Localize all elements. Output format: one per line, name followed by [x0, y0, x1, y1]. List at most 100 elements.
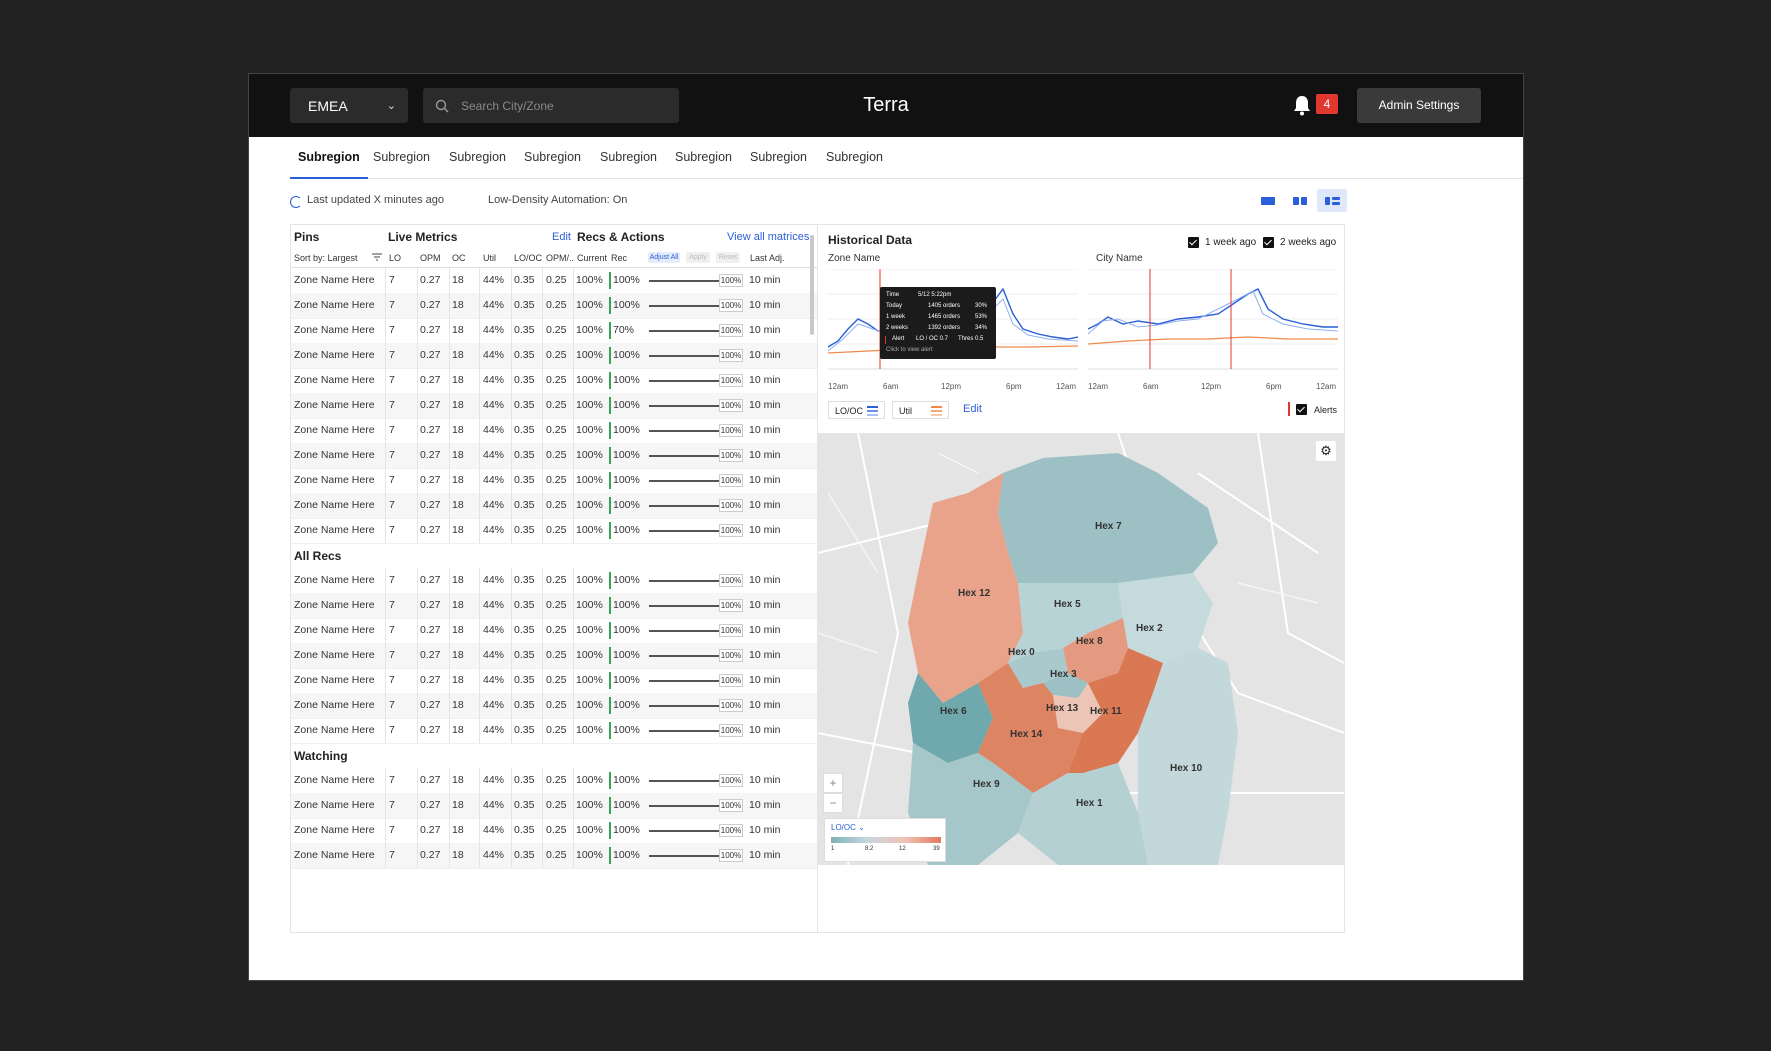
reset-button[interactable]: Reset	[716, 252, 740, 263]
col-lo[interactable]: LO	[389, 253, 401, 263]
alerts-checkbox[interactable]	[1296, 404, 1307, 415]
col-opm[interactable]: OPM	[420, 253, 441, 263]
gear-icon[interactable]: ⚙	[1316, 441, 1336, 461]
col-opm2[interactable]: OPM/..	[546, 253, 574, 263]
adjust-slider[interactable]	[649, 830, 719, 832]
tab-subregion-1[interactable]: Subregion	[290, 137, 368, 179]
adjust-value-input[interactable]: 100%	[719, 624, 743, 637]
legend-looc-toggle[interactable]: LO/OC	[828, 401, 885, 419]
zoom-in-button[interactable]: +	[823, 773, 843, 793]
zoom-out-button[interactable]: −	[823, 793, 843, 813]
adjust-slider[interactable]	[649, 580, 719, 582]
adjust-slider[interactable]	[649, 355, 719, 357]
col-looc[interactable]: LO/OC	[514, 253, 542, 263]
adjust-value-input[interactable]: 100%	[719, 324, 743, 337]
checkbox-1-week[interactable]	[1188, 237, 1199, 248]
adjust-value-input[interactable]: 100%	[719, 449, 743, 462]
adjust-slider[interactable]	[649, 780, 719, 782]
adjust-slider[interactable]	[649, 805, 719, 807]
adjust-slider[interactable]	[649, 655, 719, 657]
table-row[interactable]: Zone Name Here 7 0.27 18 44% 0.35 0.25 100% 100%…	[291, 718, 817, 744]
adjust-value-input[interactable]: 100%	[719, 274, 743, 287]
table-row[interactable]: Zone Name Here 7 0.27 18 44% 0.35 0.25 100% 100%…	[291, 368, 817, 394]
col-rec[interactable]: Rec	[611, 253, 627, 263]
adjust-slider[interactable]	[649, 455, 719, 457]
adjust-slider[interactable]	[649, 480, 719, 482]
adjust-value-input[interactable]: 100%	[719, 499, 743, 512]
table-row[interactable]: Zone Name Here 7 0.27 18 44% 0.35 0.25 100% 100%…	[291, 418, 817, 444]
filter-icon[interactable]	[372, 252, 382, 262]
table-row[interactable]: Zone Name Here 7 0.27 18 44% 0.35 0.25 100% 100%…	[291, 568, 817, 594]
adjust-slider[interactable]	[649, 630, 719, 632]
legend-metric-select[interactable]: LO/OC ⌄	[831, 823, 865, 832]
view-all-matrices-link[interactable]: View all matrices	[727, 225, 809, 249]
legend-util-toggle[interactable]: Util	[892, 401, 949, 419]
adjust-value-input[interactable]: 100%	[719, 374, 743, 387]
adjust-value-input[interactable]: 100%	[719, 424, 743, 437]
chart-tooltip[interactable]: Time 5/12 5:22pm Today 1405 orders 30% 1…	[880, 287, 996, 359]
tab-subregion-3[interactable]: Subregion	[441, 137, 514, 177]
col-util[interactable]: Util	[483, 253, 496, 263]
tab-subregion-5[interactable]: Subregion	[592, 137, 665, 177]
adjust-value-input[interactable]: 100%	[719, 699, 743, 712]
adjust-value-input[interactable]: 100%	[719, 599, 743, 612]
adjust-value-input[interactable]: 100%	[719, 824, 743, 837]
adjust-slider[interactable]	[649, 505, 719, 507]
adjust-value-input[interactable]: 100%	[719, 299, 743, 312]
layout-map-button[interactable]	[1317, 189, 1347, 212]
table-scrollbar[interactable]	[810, 235, 814, 335]
edit-metrics-link[interactable]: Edit	[552, 225, 571, 249]
adjust-slider[interactable]	[649, 430, 719, 432]
tab-subregion-7[interactable]: Subregion	[742, 137, 815, 177]
table-row[interactable]: Zone Name Here 7 0.27 18 44% 0.35 0.25 100% 100%…	[291, 643, 817, 669]
adjust-value-input[interactable]: 100%	[719, 349, 743, 362]
adjust-slider[interactable]	[649, 530, 719, 532]
zone-map[interactable]: Hex 7 Hex 12 Hex 5 Hex 2 Hex 8 Hex 0 Hex…	[818, 433, 1344, 865]
tab-subregion-6[interactable]: Subregion	[667, 137, 740, 177]
col-current[interactable]: Current	[577, 253, 607, 263]
table-row[interactable]: Zone Name Here 7 0.27 18 44% 0.35 0.25 100% 100%…	[291, 593, 817, 619]
table-row[interactable]: Zone Name Here 7 0.27 18 44% 0.35 0.25 100% 100%…	[291, 493, 817, 519]
adjust-value-input[interactable]: 100%	[719, 774, 743, 787]
layout-split-button[interactable]	[1285, 189, 1315, 212]
table-row[interactable]: Zone Name Here 7 0.27 18 44% 0.35 0.25 100% 100%…	[291, 293, 817, 319]
adjust-value-input[interactable]: 100%	[719, 524, 743, 537]
adjust-value-input[interactable]: 100%	[719, 724, 743, 737]
layout-table-button[interactable]	[1253, 189, 1283, 212]
table-row[interactable]: Zone Name Here 7 0.27 18 44% 0.35 0.25 100% 100%…	[291, 268, 817, 294]
tab-subregion-4[interactable]: Subregion	[516, 137, 589, 177]
col-oc[interactable]: OC	[452, 253, 466, 263]
table-row[interactable]: Zone Name Here 7 0.27 18 44% 0.35 0.25 100% 100%…	[291, 843, 817, 869]
table-row[interactable]: Zone Name Here 7 0.27 18 44% 0.35 0.25 100% 100%…	[291, 443, 817, 469]
adjust-value-input[interactable]: 100%	[719, 474, 743, 487]
tab-subregion-8[interactable]: Subregion	[818, 137, 891, 177]
table-row[interactable]: Zone Name Here 7 0.27 18 44% 0.35 0.25 100% 100%…	[291, 393, 817, 419]
checkbox-2-weeks[interactable]	[1263, 237, 1274, 248]
edit-chart-link[interactable]: Edit	[963, 403, 982, 415]
table-row[interactable]: Zone Name Here 7 0.27 18 44% 0.35 0.25 100% 100%…	[291, 468, 817, 494]
adjust-slider[interactable]	[649, 705, 719, 707]
table-row[interactable]: Zone Name Here 7 0.27 18 44% 0.35 0.25 100% 100%…	[291, 618, 817, 644]
table-row[interactable]: Zone Name Here 7 0.27 18 44% 0.35 0.25 100% 100%…	[291, 818, 817, 844]
adjust-slider[interactable]	[649, 330, 719, 332]
adjust-all-button[interactable]: Adjust All	[648, 252, 680, 263]
adjust-slider[interactable]	[649, 605, 719, 607]
table-row[interactable]: Zone Name Here 7 0.27 18 44% 0.35 0.25 100% 100%…	[291, 768, 817, 794]
table-row[interactable]: Zone Name Here 7 0.27 18 44% 0.35 0.25 100% 100%…	[291, 693, 817, 719]
adjust-value-input[interactable]: 100%	[719, 574, 743, 587]
adjust-value-input[interactable]: 100%	[719, 649, 743, 662]
adjust-value-input[interactable]: 100%	[719, 849, 743, 862]
table-row[interactable]: Zone Name Here 7 0.27 18 44% 0.35 0.25 100% 100%…	[291, 343, 817, 369]
adjust-slider[interactable]	[649, 855, 719, 857]
adjust-slider[interactable]	[649, 405, 719, 407]
adjust-value-input[interactable]: 100%	[719, 399, 743, 412]
table-row[interactable]: Zone Name Here 7 0.27 18 44% 0.35 0.25 100% 100%…	[291, 668, 817, 694]
adjust-value-input[interactable]: 100%	[719, 799, 743, 812]
adjust-slider[interactable]	[649, 305, 719, 307]
tab-subregion-2[interactable]: Subregion	[365, 137, 438, 177]
adjust-slider[interactable]	[649, 730, 719, 732]
admin-settings-button[interactable]: Admin Settings	[1357, 88, 1481, 123]
adjust-slider[interactable]	[649, 380, 719, 382]
city-history-chart[interactable]: 12am 6am 12pm 6pm 12am	[1088, 269, 1338, 397]
table-row[interactable]: Zone Name Here 7 0.27 18 44% 0.35 0.25 100% 70% 1…	[291, 318, 817, 344]
